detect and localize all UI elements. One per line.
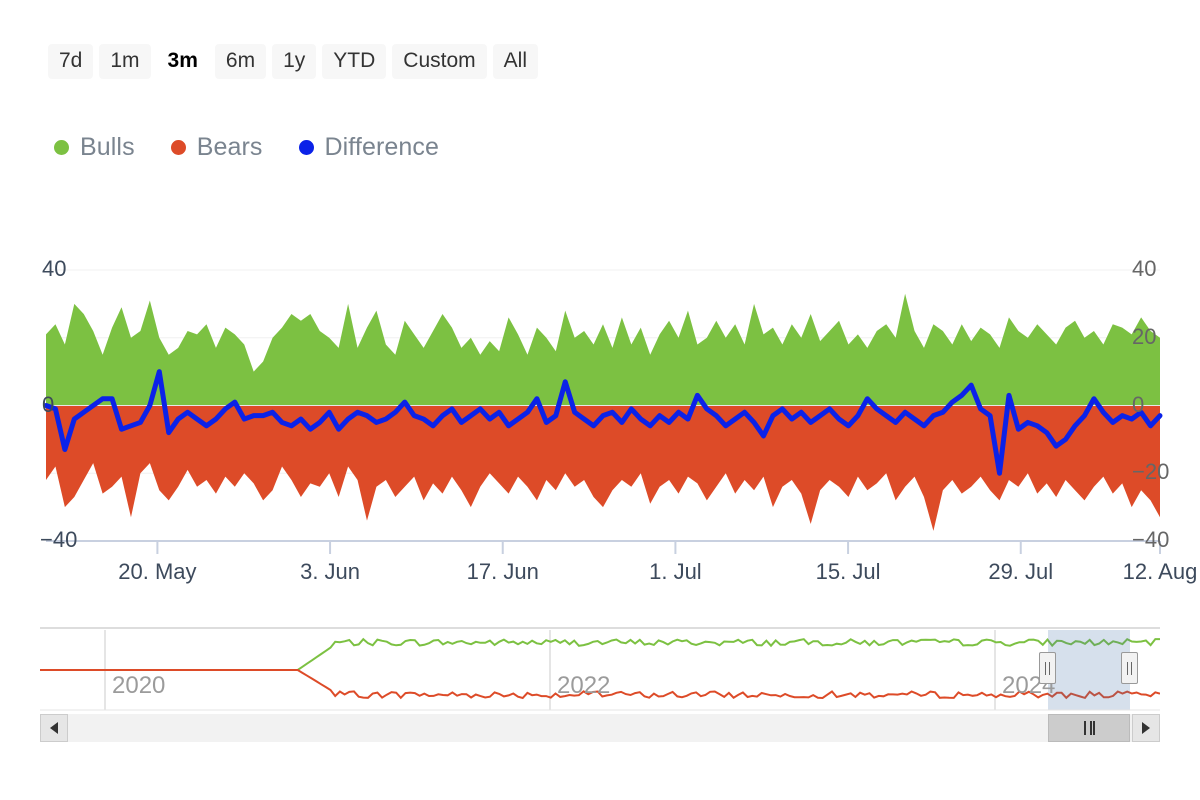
legend-item-difference[interactable]: Difference bbox=[298, 133, 440, 162]
range-button-7d[interactable]: 7d bbox=[48, 44, 94, 79]
x-axis-tick-label: 29. Jul bbox=[988, 559, 1054, 584]
legend-label: Difference bbox=[324, 133, 439, 161]
stock-chart-widget: 7d 1m 3m 6m 1y YTD Custom All Bulls Bears Differe… bbox=[0, 0, 1200, 800]
navigator-scrollbar[interactable] bbox=[40, 714, 1160, 742]
navigator-left-handle[interactable] bbox=[1039, 652, 1056, 684]
legend-item-bears[interactable]: Bears bbox=[170, 133, 263, 162]
x-axis-tick-label: 17. Jun bbox=[466, 559, 539, 584]
x-axis-tick-label: 1. Jul bbox=[649, 559, 702, 584]
scroll-right-button[interactable] bbox=[1132, 714, 1160, 742]
series-area-bulls bbox=[46, 293, 1160, 406]
y-axis-right-label: 20 bbox=[1132, 323, 1157, 349]
chart-legend: Bulls Bears Difference bbox=[54, 133, 439, 162]
navigator-right-handle[interactable] bbox=[1121, 652, 1138, 684]
range-button-3m[interactable]: 3m bbox=[156, 44, 209, 79]
x-axis-tick-label: 3. Jun bbox=[300, 559, 361, 584]
arrow-right-icon bbox=[1142, 722, 1150, 734]
navigator-year-label: 2020 bbox=[112, 672, 166, 699]
handle-grip-icon bbox=[1045, 661, 1050, 675]
navigator-series-bulls bbox=[40, 637, 1160, 671]
range-button-custom[interactable]: Custom bbox=[392, 44, 487, 79]
legend-marker-icon bbox=[298, 140, 314, 155]
handle-grip-icon bbox=[1127, 661, 1132, 675]
range-button-ytd[interactable]: YTD bbox=[322, 44, 387, 79]
range-button-6m[interactable]: 6m bbox=[214, 44, 267, 79]
y-axis-left-label: 0 bbox=[42, 391, 55, 417]
scrollbar-track[interactable] bbox=[40, 714, 1160, 742]
legend-item-bulls[interactable]: Bulls bbox=[54, 133, 135, 162]
y-axis-right-label: −20 bbox=[1132, 459, 1170, 485]
y-axis-left-label: −40 bbox=[40, 527, 78, 552]
x-axis-tick-label: 15. Jul bbox=[815, 559, 881, 584]
legend-label: Bears bbox=[196, 133, 263, 161]
x-axis-tick-label: 20. May bbox=[118, 559, 197, 584]
scrollbar-thumb[interactable] bbox=[1048, 714, 1130, 742]
range-button-1y[interactable]: 1y bbox=[272, 44, 317, 79]
navigator-selection-region bbox=[1048, 630, 1130, 710]
navigator-svg bbox=[40, 627, 1160, 711]
legend-marker-icon bbox=[170, 140, 186, 155]
y-axis-left-label: 40 bbox=[42, 256, 67, 281]
main-plot-area[interactable]: 40 0 −40 40 20 0 −20 −40 20. May 3. Jun 17. Jun 1. … bbox=[0, 240, 1200, 600]
y-axis-right-label: 40 bbox=[1132, 256, 1157, 281]
range-selector: 7d 1m 3m 6m 1y YTD Custom All bbox=[48, 44, 538, 79]
legend-label: Bulls bbox=[80, 133, 135, 161]
main-plot-svg bbox=[43, 269, 1163, 554]
y-axis-right-label: −40 bbox=[1132, 527, 1170, 552]
chart-navigator[interactable]: 2020 2022 2024 bbox=[40, 622, 1160, 714]
y-axis-right-label: 0 bbox=[1132, 391, 1145, 417]
range-button-all[interactable]: All bbox=[492, 44, 538, 79]
range-button-1m[interactable]: 1m bbox=[99, 44, 151, 79]
navigator-year-label: 2022 bbox=[557, 672, 611, 699]
x-axis-tick-label: 12. Aug bbox=[1122, 559, 1198, 584]
arrow-left-icon bbox=[50, 722, 58, 734]
grip-icon bbox=[1083, 721, 1095, 735]
scroll-left-button[interactable] bbox=[40, 714, 68, 742]
legend-marker-icon bbox=[54, 140, 69, 155]
